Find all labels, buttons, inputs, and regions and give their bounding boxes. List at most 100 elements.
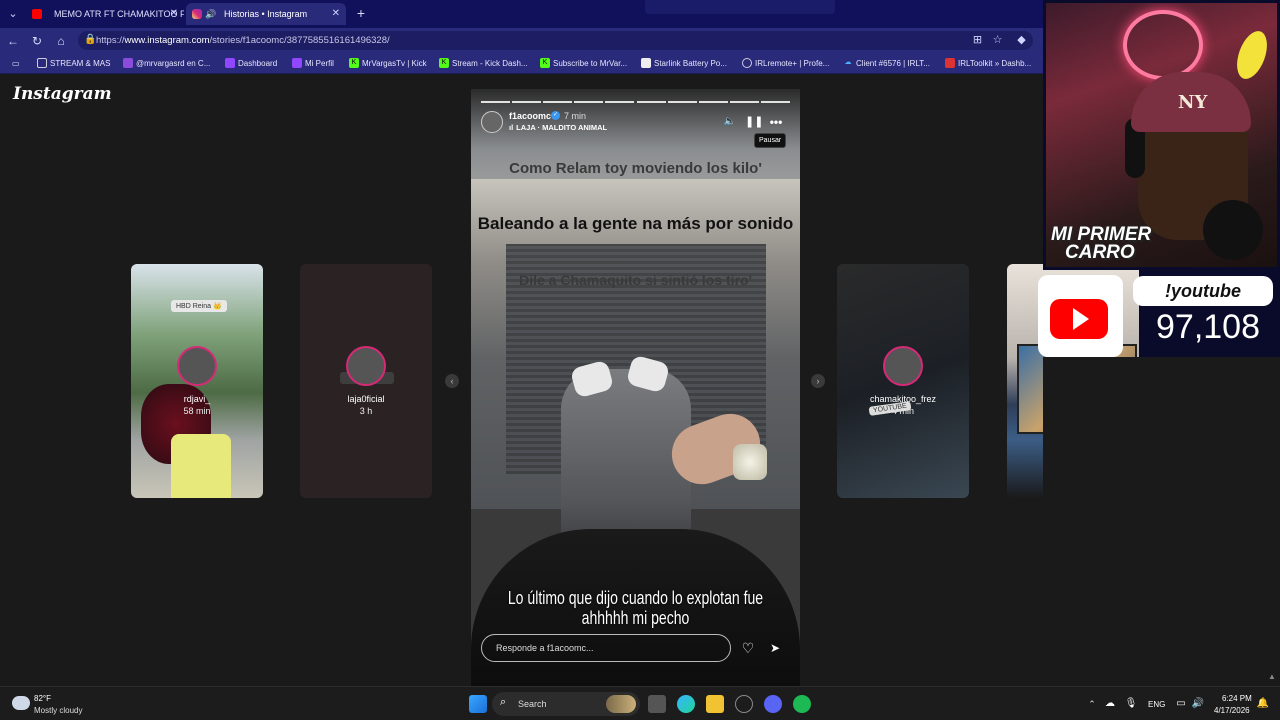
tooltip: Pausar	[754, 133, 787, 148]
tab-search-strip	[645, 0, 835, 14]
bookmark-item[interactable]: IRLToolkit » Dashb...	[944, 53, 1031, 74]
close-icon[interactable]: ✕	[332, 3, 340, 25]
bookmark-item[interactable]: K Stream - Kick Dash...	[438, 53, 528, 74]
tab-label: MEMO ATR FT CHAMAKITOO FRE...	[54, 9, 184, 19]
kick-icon: K	[349, 58, 359, 68]
home-icon[interactable]: ⌂	[52, 32, 70, 50]
tray-app-icon[interactable]: ☁	[1101, 695, 1119, 713]
story-caption: Como Relam toy moviendo los kilo'	[509, 160, 762, 177]
pause-icon[interactable]: ❚❚	[745, 115, 763, 129]
youtube-icon	[32, 9, 42, 19]
clock-date[interactable]: 4/17/2026	[1214, 706, 1250, 715]
refresh-icon[interactable]: ↻	[28, 32, 46, 50]
page-icon	[641, 58, 651, 68]
url-text[interactable]: https://www.instagram.com/stories/f1acoo…	[96, 31, 390, 50]
bookmark-item[interactable]: K Subscribe to MrVar...	[539, 53, 627, 74]
language-indicator[interactable]: ENG	[1148, 700, 1165, 709]
tab-list-dropdown[interactable]: ⌄	[4, 5, 22, 23]
folder-icon	[37, 58, 47, 68]
webcam-frame	[1043, 0, 1280, 270]
bookmark-item[interactable]: Starlink Battery Po...	[640, 53, 727, 74]
next-story-arrow-icon[interactable]: ›	[811, 374, 825, 388]
address-bar[interactable]: 🔒 https://www.instagram.com/stories/f1ac…	[78, 31, 1033, 50]
active-story[interactable]: f1acoomc ✓ 7 min ıl LAJA · MALDITO ANIMAL…	[471, 89, 800, 686]
spotify-icon[interactable]	[793, 695, 811, 713]
bookmarks-menu-icon[interactable]: ▭	[8, 53, 20, 74]
heart-icon[interactable]: ♡	[739, 639, 757, 657]
send-icon[interactable]: ➤	[766, 639, 784, 657]
tab-instagram[interactable]: 🔊 Historias • Instagram ✕	[186, 3, 346, 25]
bookmark-item[interactable]: Mi Perfil	[291, 53, 334, 74]
avatar[interactable]	[481, 111, 503, 133]
youtube-logo-box	[1038, 275, 1123, 357]
play-icon	[1073, 308, 1089, 330]
edge-browser-icon[interactable]	[677, 695, 695, 713]
network-icon[interactable]: ▭	[1172, 695, 1190, 713]
story-caption: Dile a Chamaquito si sintió los tiro'	[519, 272, 752, 288]
back-icon[interactable]: ←	[4, 32, 22, 50]
speaker-icon[interactable]: 🔊	[205, 3, 216, 25]
bookmark-item[interactable]: Dashboard	[224, 53, 277, 74]
chat-icon	[123, 58, 133, 68]
page-background	[1043, 357, 1280, 686]
weather-temperature[interactable]: 82°F	[34, 694, 51, 703]
story-preview-rdjavi[interactable]: HBD Reina 👑 rdjavi_ 58 min	[131, 264, 263, 498]
avatar	[883, 346, 923, 386]
scroll-indicator-icon: ▲	[1268, 672, 1276, 681]
volume-icon[interactable]: 🔈	[723, 115, 737, 129]
story-progress-segment	[543, 101, 573, 103]
webcam-overlay: NY MI PRIMER CARRO	[1043, 0, 1280, 270]
tab-youtube[interactable]: MEMO ATR FT CHAMAKITOO FRE... ✕	[26, 3, 184, 25]
favorite-star-icon[interactable]: ☆	[990, 33, 1005, 48]
music-bars-icon: ıl	[509, 123, 514, 132]
more-options-icon[interactable]: •••	[767, 115, 785, 129]
kick-icon: K	[540, 58, 550, 68]
verified-badge-icon: ✓	[551, 111, 560, 120]
split-screen-icon[interactable]: ⊞	[970, 33, 985, 48]
file-explorer-icon[interactable]	[706, 695, 724, 713]
cloud-icon[interactable]	[12, 696, 30, 710]
clock-time[interactable]: 6:24 PM	[1222, 694, 1252, 703]
bookmark-item[interactable]: K MrVargasTv | Kick	[348, 53, 427, 74]
reply-input[interactable]: Responde a f1acoomc...	[481, 634, 731, 662]
previous-story-arrow-icon[interactable]: ‹	[445, 374, 459, 388]
bookmark-item[interactable]: IRLremote+ | Profe...	[741, 53, 829, 74]
globe-icon	[742, 58, 752, 68]
story-time: 58 min	[183, 406, 211, 416]
volume-icon[interactable]: 🔊	[1189, 695, 1207, 713]
story-progress-segment	[667, 101, 697, 103]
tab-label: Historias • Instagram	[224, 9, 308, 19]
story-progress-segment	[729, 101, 759, 103]
avatar	[346, 346, 386, 386]
taskbar: 82°F Mostly cloudy ⌕ Search ⌃ ☁ 🎙 ENG ▭ …	[0, 686, 1280, 720]
tab-bar: ⌄ MEMO ATR FT CHAMAKITOO FRE... ✕ 🔊 Hist…	[0, 0, 1043, 28]
chevron-up-icon[interactable]: ⌃	[1083, 695, 1101, 713]
search-label: Search	[518, 699, 547, 709]
microphone-icon[interactable]: 🎙	[1122, 695, 1140, 713]
bookmark-item[interactable]: ☁ Client #6576 | IRLT...	[842, 53, 930, 74]
story-time: 7 min	[564, 111, 587, 121]
story-progress-segment	[605, 101, 635, 103]
task-view-icon[interactable]	[648, 695, 666, 713]
story-preview-laja0ficial[interactable]: laja0ficial 3 h	[300, 264, 432, 498]
obs-icon[interactable]	[735, 695, 753, 713]
taskbar-search[interactable]: ⌕ Search	[492, 692, 640, 716]
close-icon[interactable]: ✕	[170, 3, 178, 25]
bookmark-folder[interactable]: STREAM & MAS	[36, 53, 110, 74]
navigation-bar: ← ↻ ⌂ 🔒 https://www.instagram.com/storie…	[0, 28, 1043, 53]
instagram-logo[interactable]: Instagram	[13, 84, 112, 104]
instagram-stories-page: Instagram HBD Reina 👑 rdjavi_ 58 min laj…	[0, 74, 1139, 686]
weather-description[interactable]: Mostly cloudy	[34, 706, 82, 715]
story-progress-segment	[512, 101, 542, 103]
story-preview-chamakitoo[interactable]: chamakitoo_frez 4 min YOUTUBE	[837, 264, 969, 498]
bookmark-item[interactable]: @mrvargasrd en C...	[122, 53, 210, 74]
extension-icon[interactable]: ◆	[1014, 33, 1029, 48]
notification-icon[interactable]: 🔔	[1254, 695, 1272, 713]
windows-start-icon[interactable]	[469, 695, 487, 713]
discord-icon[interactable]	[764, 695, 782, 713]
story-music[interactable]: ıl LAJA · MALDITO ANIMAL	[509, 123, 607, 132]
new-tab-button[interactable]: +	[352, 4, 370, 22]
story-progress-segment	[636, 101, 666, 103]
story-username[interactable]: f1acoomc	[509, 111, 551, 121]
youtube-command-label: !youtube	[1133, 276, 1273, 306]
